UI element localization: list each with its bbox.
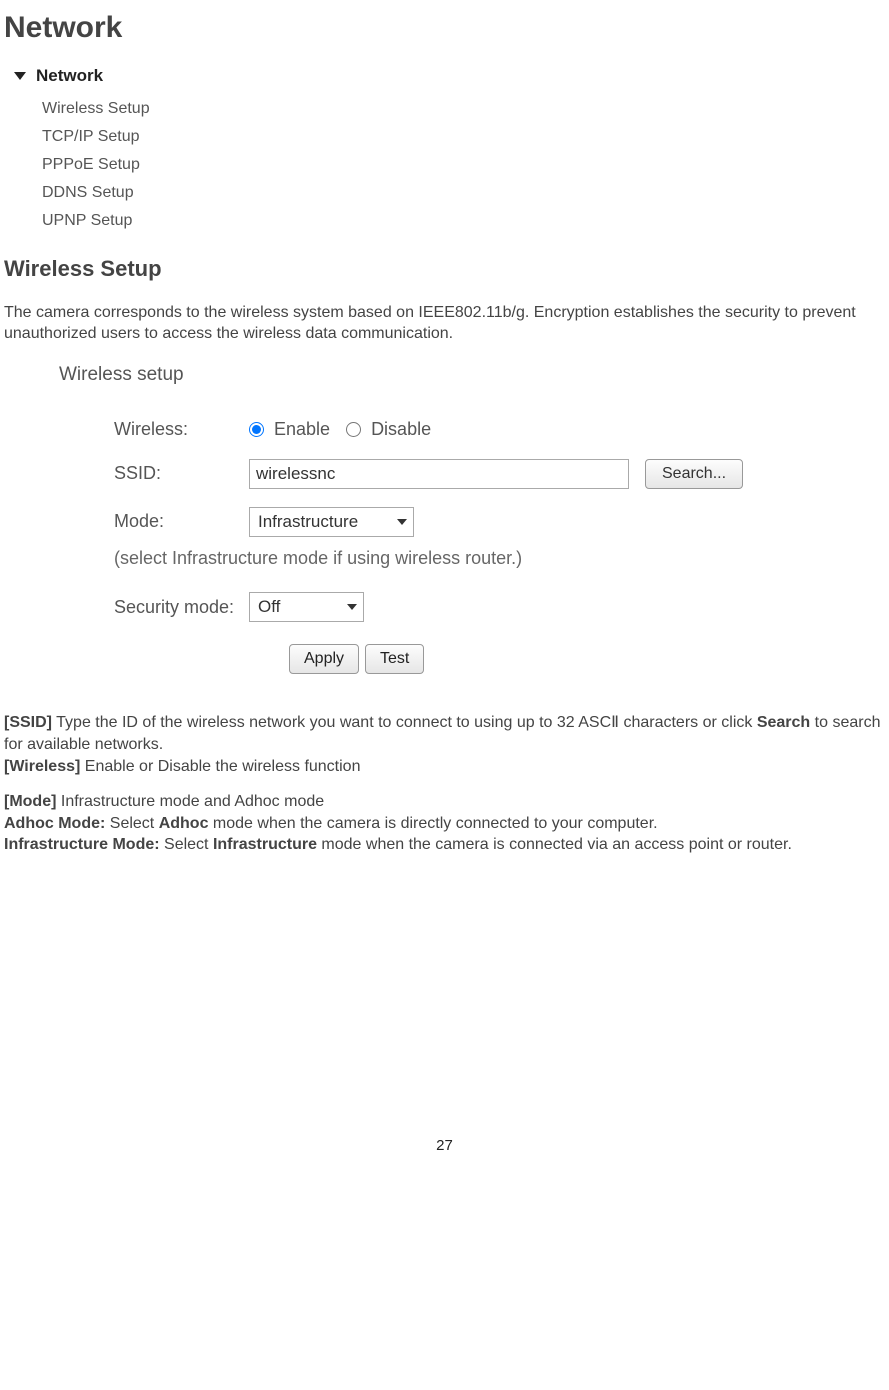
security-select[interactable]: Off (249, 592, 364, 622)
section-heading: Wireless Setup (4, 255, 885, 284)
test-button[interactable]: Test (365, 644, 424, 674)
nav-item-pppoe-setup[interactable]: PPPoE Setup (42, 151, 314, 179)
wireless-disable-label: Disable (371, 418, 431, 441)
caret-down-icon (347, 604, 357, 610)
intro-paragraph: The camera corresponds to the wireless s… (4, 302, 885, 345)
ssid-description: [SSID] Type the ID of the wireless netwo… (4, 712, 885, 755)
network-nav-panel: Network Wireless Setup TCP/IP Setup PPPo… (14, 65, 314, 235)
mode-select[interactable]: Infrastructure (249, 507, 414, 537)
wireless-setup-panel: Wireless setup Wireless: Enable Disable … (59, 363, 819, 674)
nav-item-upnp-setup[interactable]: UPNP Setup (42, 207, 314, 235)
wireless-description: [Wireless] Enable or Disable the wireles… (4, 756, 885, 778)
apply-button[interactable]: Apply (289, 644, 359, 674)
page-title: Network (4, 8, 885, 47)
wireless-label: Wireless: (59, 418, 249, 441)
description-block: [SSID] Type the ID of the wireless netwo… (4, 712, 885, 856)
wireless-row: Wireless: Enable Disable (59, 418, 819, 441)
wireless-enable-radio[interactable] (249, 422, 264, 437)
ssid-row: SSID: Search... (59, 459, 819, 489)
mode-label: Mode: (59, 510, 249, 533)
nav-item-ddns-setup[interactable]: DDNS Setup (42, 179, 314, 207)
search-button[interactable]: Search... (645, 459, 743, 489)
nav-header[interactable]: Network (14, 65, 314, 87)
nav-item-wireless-setup[interactable]: Wireless Setup (42, 95, 314, 123)
wireless-enable-label: Enable (274, 418, 330, 441)
ssid-label: SSID: (59, 462, 249, 485)
nav-header-label: Network (36, 65, 103, 87)
security-row: Security mode: Off (59, 592, 819, 622)
page-number: 27 (4, 1136, 885, 1156)
panel-title: Wireless setup (59, 363, 819, 388)
wireless-disable-radio[interactable] (346, 422, 361, 437)
mode-hint: (select Infrastructure mode if using wir… (59, 547, 819, 570)
caret-down-icon (14, 72, 26, 80)
mode-select-value: Infrastructure (258, 511, 358, 533)
mode-description: [Mode] Infrastructure mode and Adhoc mod… (4, 791, 885, 813)
security-select-value: Off (258, 596, 280, 618)
nav-item-tcpip-setup[interactable]: TCP/IP Setup (42, 123, 314, 151)
caret-down-icon (397, 519, 407, 525)
mode-row: Mode: Infrastructure (59, 507, 819, 537)
adhoc-description: Adhoc Mode: Select Adhoc mode when the c… (4, 813, 885, 835)
infrastructure-description: Infrastructure Mode: Select Infrastructu… (4, 834, 885, 856)
security-label: Security mode: (59, 596, 249, 619)
ssid-input[interactable] (249, 459, 629, 489)
